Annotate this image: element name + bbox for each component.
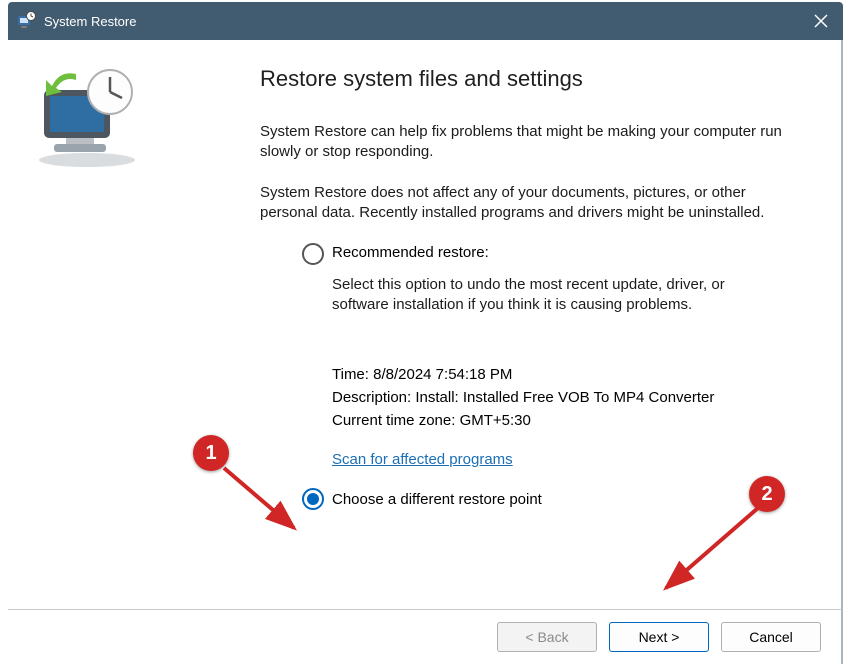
scan-affected-programs-link[interactable]: Scan for affected programs (332, 451, 513, 468)
intro-text-2: System Restore does not affect any of yo… (260, 183, 800, 224)
info-time-value: 8/8/2024 7:54:18 PM (373, 366, 512, 383)
page-heading: Restore system files and settings (260, 66, 813, 92)
titlebar: System Restore (8, 2, 843, 40)
option-choose-label: Choose a different restore point (332, 490, 542, 508)
info-description: Description: Install: Installed Free VOB… (332, 389, 813, 406)
radio-recommended[interactable] (302, 243, 324, 265)
option-recommended-restore[interactable]: Recommended restore: (302, 243, 813, 265)
intro-text-1: System Restore can help fix problems tha… (260, 122, 800, 163)
annotation-arrow-2 (648, 500, 768, 600)
window-title: System Restore (44, 14, 136, 29)
restore-point-info: Time: 8/8/2024 7:54:18 PM Description: I… (332, 366, 813, 429)
next-button[interactable]: Next > (609, 622, 709, 652)
info-timezone: Current time zone: GMT+5:30 (332, 412, 813, 429)
back-button: < Back (497, 622, 597, 652)
wizard-footer: < Back Next > Cancel (8, 609, 843, 664)
wizard-sidebar (8, 40, 194, 610)
option-recommended-description: Select this option to undo the most rece… (332, 275, 782, 316)
close-icon (814, 14, 828, 28)
close-button[interactable] (799, 2, 843, 40)
info-desc-label: Description: (332, 389, 411, 406)
info-desc-value: Install: Installed Free VOB To MP4 Conve… (415, 389, 714, 406)
info-time: Time: 8/8/2024 7:54:18 PM (332, 366, 813, 383)
restore-illustration-icon (32, 68, 142, 168)
annotation-arrow-1 (216, 460, 306, 540)
cancel-button[interactable]: Cancel (721, 622, 821, 652)
info-time-label: Time: (332, 366, 369, 383)
info-tz-label: Current time zone: (332, 412, 455, 429)
system-restore-icon (16, 11, 36, 31)
option-recommended-label: Recommended restore: (332, 243, 489, 261)
info-tz-value: GMT+5:30 (460, 412, 531, 429)
